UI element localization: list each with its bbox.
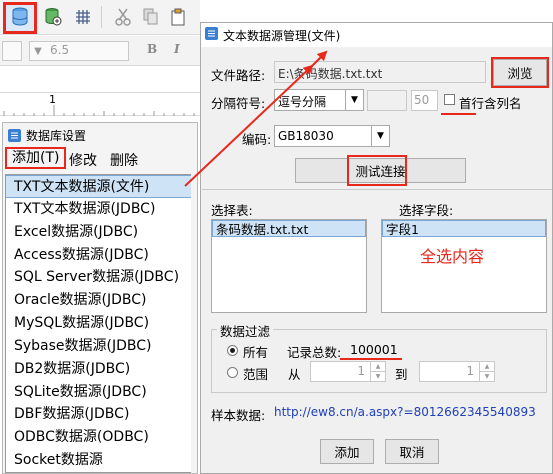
filter-all-radio[interactable] — [227, 345, 238, 356]
paste-icon[interactable] — [166, 4, 192, 30]
chevron-down-icon: ▼ — [34, 45, 42, 57]
database-icon[interactable] — [7, 4, 33, 30]
record-total-underline — [340, 358, 402, 360]
menu-delete[interactable]: 删除 — [110, 150, 138, 170]
data-filter-label: 数据过滤 — [217, 321, 274, 340]
range-to-label: 到 — [395, 367, 408, 382]
checkbox-underline — [441, 113, 476, 115]
bold-button[interactable]: B — [147, 42, 157, 56]
italic-button[interactable]: I — [174, 42, 180, 56]
encoding-combo[interactable]: GB18030 ▼ — [274, 125, 390, 147]
database-refresh-icon[interactable] — [40, 4, 66, 30]
browse-highlight — [491, 57, 549, 88]
ruler-mark: 1 — [49, 93, 56, 106]
range-from-value: 1 — [357, 364, 365, 378]
font-size-combo[interactable]: ▼ 6.5 — [29, 41, 129, 61]
datasource-menu: TXT文本数据源(文件) TXT文本数据源(JDBC) Excel数据源(JDB… — [5, 174, 191, 473]
spinner-arrows[interactable]: ▲ ▼ — [479, 362, 494, 381]
cancel-button[interactable]: 取消 — [385, 439, 439, 464]
spinner-arrows[interactable]: ▲ ▼ — [370, 362, 385, 381]
main-toolbar — [0, 0, 200, 35]
ruler: 1 — [0, 92, 200, 116]
panel-title-text: 数据库设置 — [26, 128, 87, 143]
file-path-value: E:\条码数据.txt.txt — [278, 67, 383, 81]
sample-data-value: http://ew8.cn/a.aspx?=8012662345540893 — [274, 405, 536, 419]
encoding-value: GB18030 — [278, 129, 334, 143]
grid-icon[interactable] — [70, 4, 96, 30]
copy-icon[interactable] — [138, 4, 164, 30]
datasource-item[interactable]: MySQL数据源(JDBC) — [6, 312, 191, 335]
file-path-label: 文件路径: — [211, 68, 266, 83]
app-icon — [205, 27, 218, 40]
datasource-item[interactable]: Oracle数据源(JDBC) — [6, 289, 191, 312]
encoding-label: 编码: — [242, 132, 272, 147]
file-path-field[interactable]: E:\条码数据.txt.txt — [274, 61, 486, 83]
range-to-value: 1 — [466, 364, 474, 378]
range-to-spinner[interactable]: 1 ▲ ▼ — [419, 361, 495, 382]
datasource-item[interactable]: SQLite数据源(JDBC) — [6, 381, 191, 404]
database-settings-panel: 数据库设置 添加(T) 修改 删除 TXT文本数据源(文件) TXT文本数据源(… — [2, 122, 198, 474]
first-row-header-label: 首行含列名 — [459, 96, 522, 111]
datasource-item[interactable]: Access数据源(JDBC) — [6, 244, 191, 267]
menu-add[interactable]: 添加(T) — [5, 147, 67, 169]
datasource-item[interactable]: ODBC数据源(ODBC) — [6, 426, 191, 449]
separator-count-value: 50 — [414, 93, 430, 107]
font-name-combo[interactable] — [2, 41, 22, 61]
chevron-down-icon: ▼ — [345, 90, 363, 110]
datasource-item[interactable]: DBF数据源(JDBC) — [6, 403, 191, 426]
filter-all-label: 所有 — [243, 345, 269, 360]
select-fields-label: 选择字段: — [399, 203, 454, 218]
select-all-note: 全选内容 — [420, 247, 485, 266]
datasource-item[interactable]: TXT文本数据源(JDBC) — [6, 198, 191, 221]
datasource-item[interactable]: Sybase数据源(JDBC) — [6, 335, 191, 358]
format-toolbar: ▼ 6.5 B I — [0, 36, 200, 66]
filter-range-radio[interactable] — [227, 367, 238, 378]
dialog-title: 文本数据源管理(文件) — [223, 29, 341, 43]
datasource-item[interactable]: SQL Server数据源(JDBC) — [6, 266, 191, 289]
range-from-spinner[interactable]: 1 ▲ ▼ — [310, 361, 386, 382]
chevron-down-icon: ▼ — [371, 126, 389, 146]
text-datasource-dialog: 文本数据源管理(文件) 文件路径: E:\条码数据.txt.txt 浏览 分隔符… — [200, 22, 553, 474]
datasource-item[interactable]: DB2数据源(JDBC) — [6, 358, 191, 381]
table-list[interactable]: 条码数据.txt.txt — [211, 219, 367, 313]
record-total-label: 记录总数: — [287, 345, 342, 360]
filter-range-label: 范围 — [243, 367, 269, 382]
table-list-item[interactable]: 条码数据.txt.txt — [212, 220, 366, 237]
menu-edit[interactable]: 修改 — [69, 150, 97, 170]
select-table-label: 选择表: — [211, 203, 253, 218]
cut-icon[interactable] — [110, 4, 136, 30]
dialog-titlebar: 文本数据源管理(文件) — [201, 23, 552, 47]
panel-menubar: 添加(T) 修改 删除 — [3, 147, 197, 169]
field-list-item[interactable]: 字段1 — [382, 220, 546, 237]
separator-value: 逗号分隔 — [278, 95, 327, 109]
datasource-item[interactable]: Excel数据源(JDBC) — [6, 221, 191, 244]
separator-label: 分隔符号: — [211, 96, 266, 111]
range-from-label: 从 — [288, 367, 301, 382]
separator-count-field[interactable]: 50 — [411, 90, 438, 111]
field-list[interactable]: 字段1 全选内容 — [381, 219, 547, 313]
add-button[interactable]: 添加 — [320, 439, 374, 464]
database-settings-title: 数据库设置 — [8, 126, 86, 144]
sample-data-label: 样本数据: — [211, 408, 266, 423]
datasource-item[interactable]: Socket数据源 — [6, 449, 191, 472]
first-row-header-checkbox[interactable] — [444, 94, 455, 105]
datasource-item[interactable]: TXT文本数据源(文件) — [6, 175, 191, 198]
ruler-ticks — [3, 105, 195, 116]
test-connection-highlight — [347, 155, 407, 186]
font-size-value: 6.5 — [50, 43, 70, 57]
separator-custom-field[interactable] — [367, 90, 407, 111]
record-total-value: 100001 — [350, 342, 398, 357]
divider — [202, 189, 552, 190]
separator-combo[interactable]: 逗号分隔 ▼ — [274, 89, 364, 111]
app-icon — [8, 128, 21, 142]
